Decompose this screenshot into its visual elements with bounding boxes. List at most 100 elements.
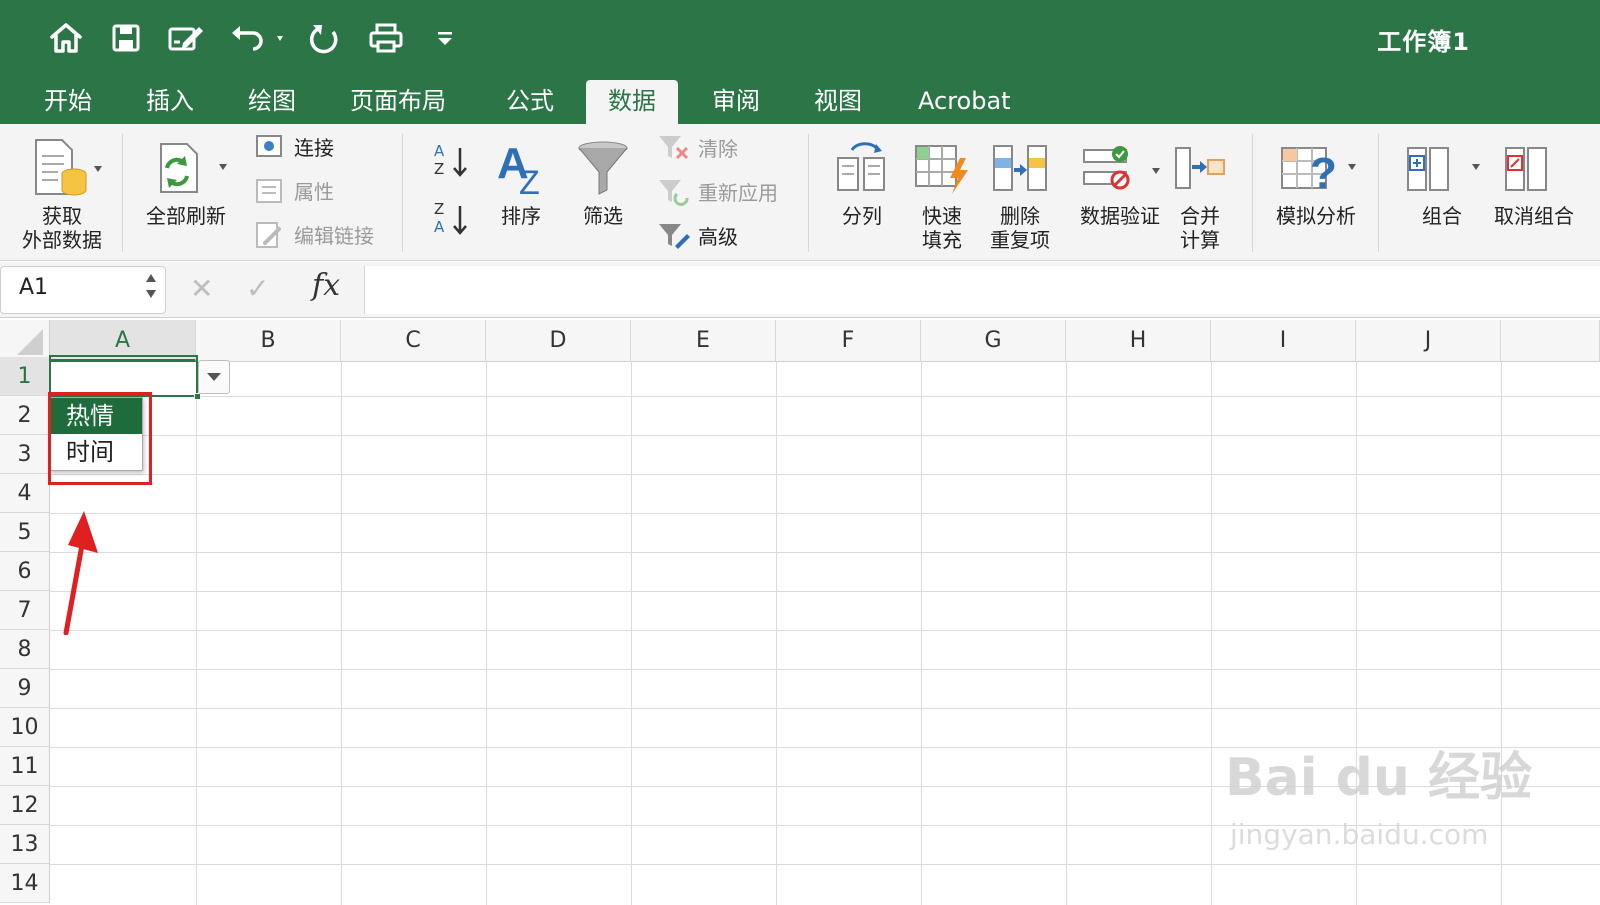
column-header-f[interactable]: F: [776, 320, 921, 362]
sort-ascending-button[interactable]: A Z: [428, 140, 472, 184]
ribbon-separator: [808, 134, 809, 252]
fill-handle[interactable]: [194, 393, 201, 400]
svg-text:Z: Z: [519, 164, 540, 198]
sort-button[interactable]: AZ 排序: [488, 132, 554, 228]
get-external-data-button[interactable]: 获取 外部数据: [14, 132, 110, 252]
grid-line: [776, 362, 777, 905]
cancel-icon[interactable]: ✕: [190, 272, 213, 305]
flash-fill-button[interactable]: 快速 填充: [906, 132, 978, 252]
reapply-button[interactable]: 重新应用: [656, 176, 778, 206]
group-label: 组合: [1422, 204, 1462, 228]
row-header-14[interactable]: 14: [0, 864, 50, 903]
grid-line: [486, 362, 487, 905]
properties-label: 属性: [294, 180, 334, 204]
title-bar: 工作簿1: [0, 0, 1600, 76]
grid-line: [50, 591, 1600, 592]
tab-formulas[interactable]: 公式: [484, 80, 576, 124]
consolidate-label: 合并 计算: [1180, 204, 1220, 252]
refresh-icon: [141, 132, 231, 204]
properties-button[interactable]: 属性: [252, 176, 334, 205]
advanced-filter-button[interactable]: 高级: [656, 220, 738, 250]
consolidate-icon: [1170, 132, 1230, 204]
tab-review[interactable]: 审阅: [690, 80, 782, 124]
clear-label: 清除: [698, 136, 738, 161]
sort-ascending-a: A: [434, 142, 445, 160]
ungroup-button[interactable]: 取消组合: [1494, 132, 1586, 228]
filter-button[interactable]: 筛选: [570, 132, 636, 228]
undo-icon[interactable]: [228, 18, 288, 58]
edit-links-icon: [252, 221, 288, 249]
row-header-9[interactable]: 9: [0, 669, 50, 708]
tab-home[interactable]: 开始: [22, 80, 114, 124]
row-header-10[interactable]: 10: [0, 708, 50, 747]
row-header-3[interactable]: 3: [0, 435, 50, 474]
column-header-i[interactable]: I: [1211, 320, 1356, 362]
text-to-columns-button[interactable]: 分列: [826, 132, 898, 228]
tab-acrobat[interactable]: Acrobat: [896, 80, 1033, 124]
row-header-8[interactable]: 8: [0, 630, 50, 669]
tab-insert[interactable]: 插入: [124, 80, 216, 124]
tab-view[interactable]: 视图: [792, 80, 884, 124]
sort-descending-button[interactable]: Z A: [428, 198, 472, 242]
tab-data[interactable]: 数据: [586, 80, 678, 124]
confirm-icon[interactable]: ✓: [246, 272, 269, 305]
consolidate-button[interactable]: 合并 计算: [1168, 132, 1232, 252]
row-header-5[interactable]: 5: [0, 513, 50, 552]
row-header-2[interactable]: 2: [0, 396, 50, 435]
grid-line: [1501, 362, 1502, 905]
save-icon[interactable]: [106, 18, 146, 58]
group-icon: [1396, 132, 1488, 204]
home-icon[interactable]: [46, 18, 86, 58]
row-header-13[interactable]: 13: [0, 825, 50, 864]
formula-input[interactable]: [364, 266, 1600, 314]
row-header-4[interactable]: 4: [0, 474, 50, 513]
text-to-columns-label: 分列: [842, 204, 882, 228]
column-header-j[interactable]: J: [1356, 320, 1501, 362]
group-button[interactable]: 组合: [1396, 132, 1488, 228]
column-header-h[interactable]: H: [1066, 320, 1211, 362]
name-box[interactable]: A1: [0, 266, 166, 314]
properties-icon: [252, 178, 288, 204]
sort-descending-a: A: [434, 218, 445, 236]
grid-line: [50, 435, 1600, 436]
chevron-up-icon: [146, 274, 156, 282]
row-header-1[interactable]: 1: [0, 357, 50, 396]
tab-draw[interactable]: 绘图: [226, 80, 318, 124]
remove-duplicates-button[interactable]: 删除 重复项: [984, 132, 1056, 252]
row-header-7[interactable]: 7: [0, 591, 50, 630]
column-header-c[interactable]: C: [341, 320, 486, 362]
column-header-b[interactable]: B: [196, 320, 341, 362]
select-all-corner[interactable]: [0, 320, 50, 362]
clear-button[interactable]: 清除: [656, 132, 738, 162]
name-box-value: A1: [19, 275, 49, 300]
grid-line: [1066, 362, 1067, 905]
edit-links-button[interactable]: 编辑链接: [252, 220, 374, 249]
data-validation-button[interactable]: 数据验证: [1068, 132, 1172, 228]
remove-duplicates-icon: [990, 132, 1050, 204]
cell-a1[interactable]: [49, 355, 198, 397]
column-header-g[interactable]: G: [921, 320, 1066, 362]
data-validation-icon: [1072, 132, 1168, 204]
insert-function-icon[interactable]: fx: [312, 268, 340, 303]
column-header-k[interactable]: [1501, 320, 1600, 362]
ribbon-separator: [1252, 134, 1253, 252]
edit-icon[interactable]: [164, 18, 208, 58]
tab-page-layout[interactable]: 页面布局: [328, 80, 468, 124]
column-header-e[interactable]: E: [631, 320, 776, 362]
row-header-12[interactable]: 12: [0, 786, 50, 825]
column-header-d[interactable]: D: [486, 320, 631, 362]
connections-button[interactable]: 连接: [252, 132, 334, 161]
row-header-6[interactable]: 6: [0, 552, 50, 591]
funnel-icon: [575, 132, 631, 204]
redo-icon[interactable]: [304, 18, 344, 58]
ribbon: 获取 外部数据 全部刷新 连接 属性 编辑链接 A Z Z A AZ 排序 筛选…: [0, 124, 1600, 261]
name-box-stepper[interactable]: [145, 273, 157, 299]
row-header-11[interactable]: 11: [0, 747, 50, 786]
print-icon[interactable]: [366, 18, 406, 58]
document-database-icon: [22, 132, 102, 204]
validation-dropdown-button[interactable]: [198, 360, 230, 394]
refresh-all-button[interactable]: 全部刷新: [138, 132, 234, 228]
what-if-analysis-button[interactable]: ? 模拟分析: [1266, 132, 1366, 228]
customize-toolbar-icon[interactable]: [430, 18, 460, 58]
grid-line: [631, 362, 632, 905]
